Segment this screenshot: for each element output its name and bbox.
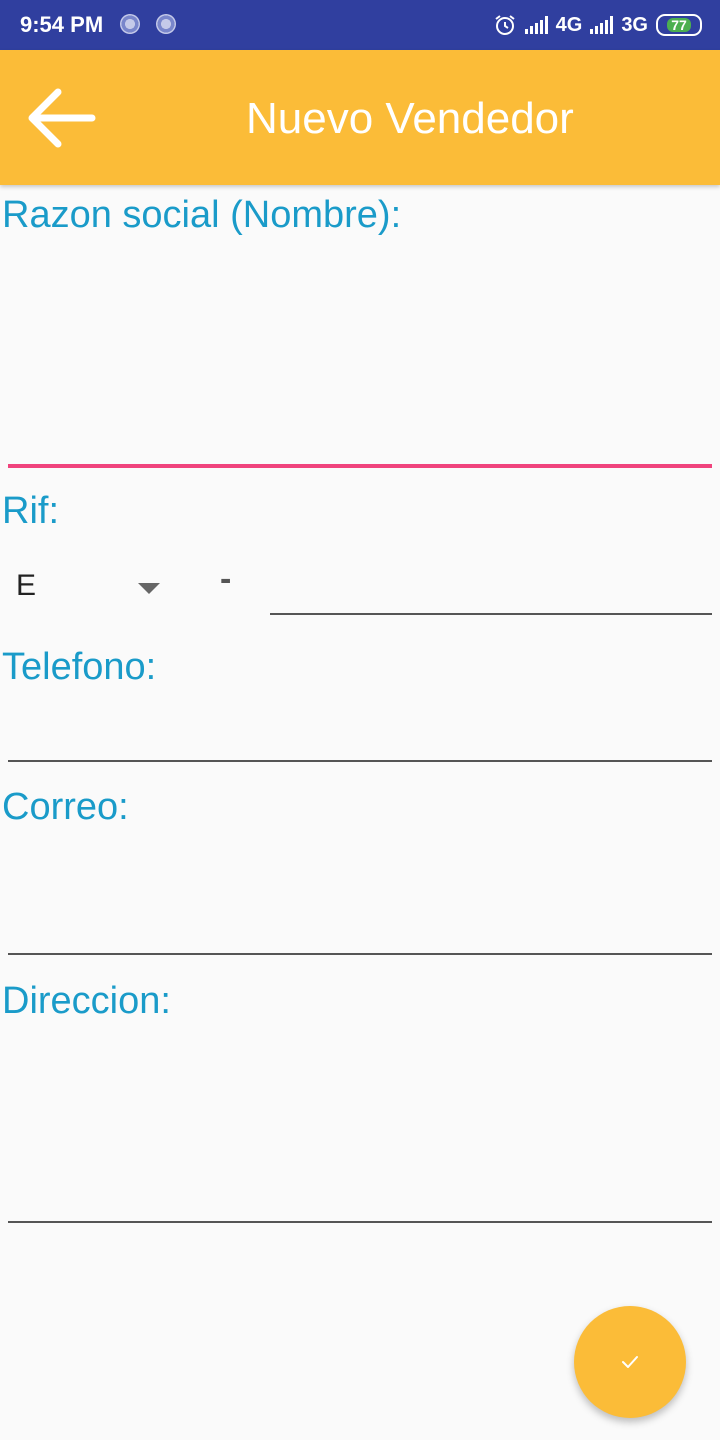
- save-fab-button[interactable]: [574, 1306, 686, 1418]
- status-bar: 9:54 PM 4G 3G 77: [0, 0, 720, 50]
- direccion-label: Direccion:: [2, 980, 171, 1022]
- signal-icon: [524, 16, 548, 34]
- rif-type-dropdown[interactable]: E: [0, 555, 190, 619]
- check-icon: [622, 1356, 638, 1368]
- correo-underline: [8, 953, 712, 955]
- network-type-1: 4G: [555, 13, 583, 36]
- telefono-input[interactable]: [8, 692, 712, 760]
- arrow-back-icon: [28, 88, 96, 148]
- app-bar: Nuevo Vendedor: [0, 50, 720, 185]
- rif-number-input[interactable]: [270, 555, 712, 613]
- razon-social-input[interactable]: [8, 240, 712, 464]
- rif-number-underline: [270, 613, 712, 615]
- rif-type-value: E: [16, 569, 37, 602]
- direccion-underline: [8, 1221, 712, 1223]
- notification-icon: [120, 14, 140, 34]
- back-button[interactable]: [22, 80, 98, 156]
- correo-label: Correo:: [2, 786, 129, 828]
- status-indicators: 4G 3G 77: [493, 10, 702, 40]
- razon-social-label: Razon social (Nombre):: [2, 194, 402, 236]
- razon-social-underline: [8, 464, 712, 468]
- dropdown-arrow-icon: [138, 583, 160, 594]
- rif-separator: -: [220, 560, 232, 598]
- battery-level: 77: [667, 18, 691, 32]
- rif-label: Rif:: [2, 490, 59, 532]
- page-title: Nuevo Vendedor: [246, 94, 574, 143]
- telefono-label: Telefono:: [2, 646, 157, 688]
- network-type-2: 3G: [621, 13, 648, 36]
- notification-icon: [156, 14, 176, 34]
- direccion-input[interactable]: [8, 1026, 712, 1221]
- status-time: 9:54 PM: [20, 12, 104, 37]
- alarm-icon: [495, 15, 515, 35]
- battery-icon: 77: [656, 14, 702, 36]
- signal-icon: [590, 16, 614, 34]
- telefono-underline: [8, 760, 712, 762]
- correo-input[interactable]: [8, 832, 712, 953]
